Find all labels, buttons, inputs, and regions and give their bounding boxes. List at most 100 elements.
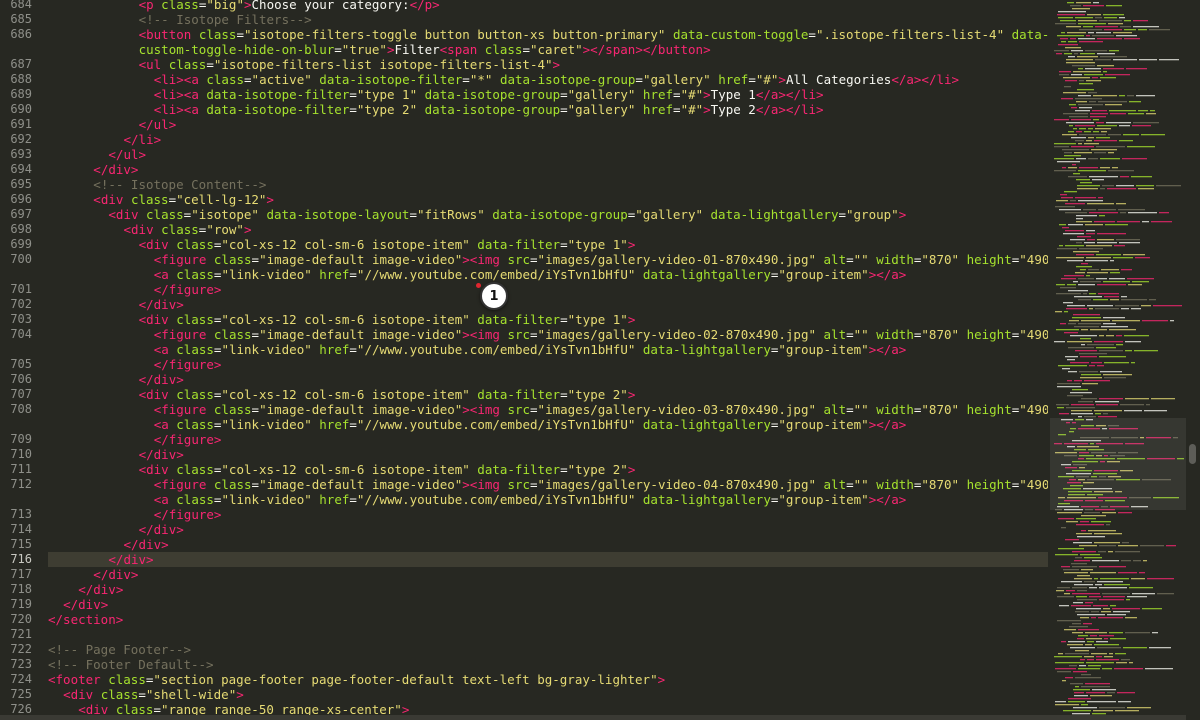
code-line[interactable]: <div class = "isotope" data-isotope-layout… [108,207,906,222]
code-token: </a></li> [755,87,824,102]
minimap-code-mark [1057,587,1070,589]
code-token: data-isotope-group [424,102,561,117]
minimap-code-mark [1064,155,1081,157]
scrollbar-thumb[interactable] [1189,444,1196,464]
code-line[interactable]: <div class="shell-wide"> [63,687,244,702]
code-token: Choose your category: [251,0,410,12]
code-line[interactable]: <!-- Isotope Content--> [93,177,266,192]
code-line[interactable]: </div> [139,297,184,312]
code-line[interactable]: <a class="link-video" href="//www.youtub… [154,492,907,507]
code-editor[interactable]: 684 685 686 687 688 689 690 691 692 693 694 695 696 6… [0,0,1200,720]
minimap-code-mark [1098,197,1103,199]
minimap[interactable] [1050,0,1186,720]
code-line[interactable]: </div> [63,597,108,612]
code-line[interactable]: <div class="cell-lg-12"> [93,192,274,207]
code-token: data-lightgallery [642,342,771,357]
code-area[interactable]: <p class="big">Choose your category:</p>… [48,0,1048,720]
code-line[interactable]: </ul> [139,117,177,132]
code-line[interactable]: <a class="link-video" href="//www.youtub… [154,267,907,282]
code-line[interactable]: <div class = "col-xs-12 col-sm-6 isotope-i… [139,312,636,327]
minimap-code-mark [1110,605,1116,607]
minimap-code-mark [1113,32,1132,34]
code-token: <!-- Page Footer--> [48,642,191,657]
code-line[interactable]: <figure class="image-default image-video… [154,402,1048,417]
minimap-code-mark [1072,551,1096,553]
code-line[interactable]: <figure class="image-default image-video… [154,327,1048,342]
vertical-scrollbar[interactable] [1186,0,1200,720]
code-line[interactable]: </section> [48,612,123,627]
minimap-code-mark [1084,242,1095,244]
code-line[interactable]: <!-- Footer Default--> [48,657,214,672]
code-line[interactable]: <a class="link-video" href="//www.youtub… [154,342,907,357]
code-line[interactable]: <li><a class="active" data-isotope-filte… [154,72,959,87]
minimap-code-mark [1100,371,1122,373]
minimap-code-mark [1070,647,1095,649]
code-token: "gallery" [642,72,711,87]
minimap-code-mark [1055,668,1076,670]
code-line[interactable]: </figure> [154,507,222,522]
minimap-code-mark [1108,170,1134,172]
code-line[interactable]: </div> [93,567,138,582]
code-line[interactable]: </div> [139,522,184,537]
code-line[interactable]: </div> [124,537,169,552]
code-line[interactable]: <figure class="image-default image-video… [154,477,1048,492]
minimap-code-mark [1078,20,1097,22]
code-token: ></a> [868,492,907,507]
code-line[interactable]: <div class="row"> [124,222,252,237]
code-line[interactable]: <!-- Page Footer--> [48,642,191,657]
code-line[interactable]: <p class="big">Choose your category:</p> [139,0,440,12]
code-line[interactable]: </div> [139,447,184,462]
code-line[interactable]: </div> [139,372,184,387]
minimap-code-mark [1081,374,1101,376]
code-token: <div [138,312,177,327]
code-line[interactable]: <div class = "col-xs-12 col-sm-6 isotope-i… [139,462,636,477]
code-line[interactable]: <button class="isotope-filters-toggle bu… [139,27,1048,42]
code-line[interactable]: <ul class="isotope-filters-list isotope-… [139,57,560,72]
code-token: class [213,252,252,267]
code-line[interactable]: <figure class="image-default image-video… [154,252,1048,267]
code-token: <!-- Isotope Content--> [93,177,267,192]
code-line[interactable]: custom-toggle-hide-on-blur="true">Filter… [139,42,711,57]
minimap-code-mark [1076,596,1087,598]
code-line[interactable]: </figure> [154,282,222,297]
code-token: "" [853,477,869,492]
code-line[interactable]: </li> [124,132,162,147]
minimap-code-mark [1090,116,1106,118]
minimap-code-mark [1080,659,1085,661]
code-token: = [530,327,538,342]
code-line[interactable]: </div> [78,582,123,597]
minimap-code-mark [1094,410,1122,412]
code-line[interactable]: <li><a data-isotope-filter="type 1" data… [154,87,824,102]
code-token: data-filter [477,387,561,402]
minimap-code-mark [1085,683,1110,685]
code-line[interactable]: </figure> [154,357,222,372]
minimap-code-mark [1123,647,1147,649]
minimap-code-mark [1072,164,1076,166]
code-line[interactable]: </div> [108,552,153,567]
code-line[interactable]: <div class = "col-xs-12 col-sm-6 isotope-i… [139,387,636,402]
minimap-code-mark [1061,641,1066,643]
code-token: class [161,222,199,237]
minimap-code-mark [1077,614,1105,616]
code-token: <figure [153,402,214,417]
code-token: > [627,462,636,477]
code-line[interactable]: <div class = "col-xs-12 col-sm-6 isotope-i… [139,237,636,252]
minimap-code-mark [1116,239,1140,241]
minimap-code-mark [1086,35,1090,37]
horizontal-scrollbar[interactable] [0,715,1186,720]
code-line[interactable]: </figure> [154,432,222,447]
line-number: 716 [10,552,32,566]
code-token: <div [138,462,177,477]
minimap-code-mark [1078,323,1101,325]
line-number: 701 [10,282,32,296]
minimap-code-mark [1121,560,1131,562]
minimap-code-mark [1102,185,1114,187]
code-line[interactable]: <a class="link-video" href="//www.youtub… [154,417,907,432]
code-line[interactable]: <li><a data-isotope-filter="type 2" data… [154,102,824,117]
minimap-viewport[interactable] [1050,418,1186,510]
code-line[interactable]: <footer class="section page-footer page-… [48,672,665,687]
code-line[interactable]: </div> [93,162,138,177]
code-line[interactable]: </ul> [108,147,146,162]
code-line[interactable]: <!-- Isotope Filters--> [139,12,312,27]
